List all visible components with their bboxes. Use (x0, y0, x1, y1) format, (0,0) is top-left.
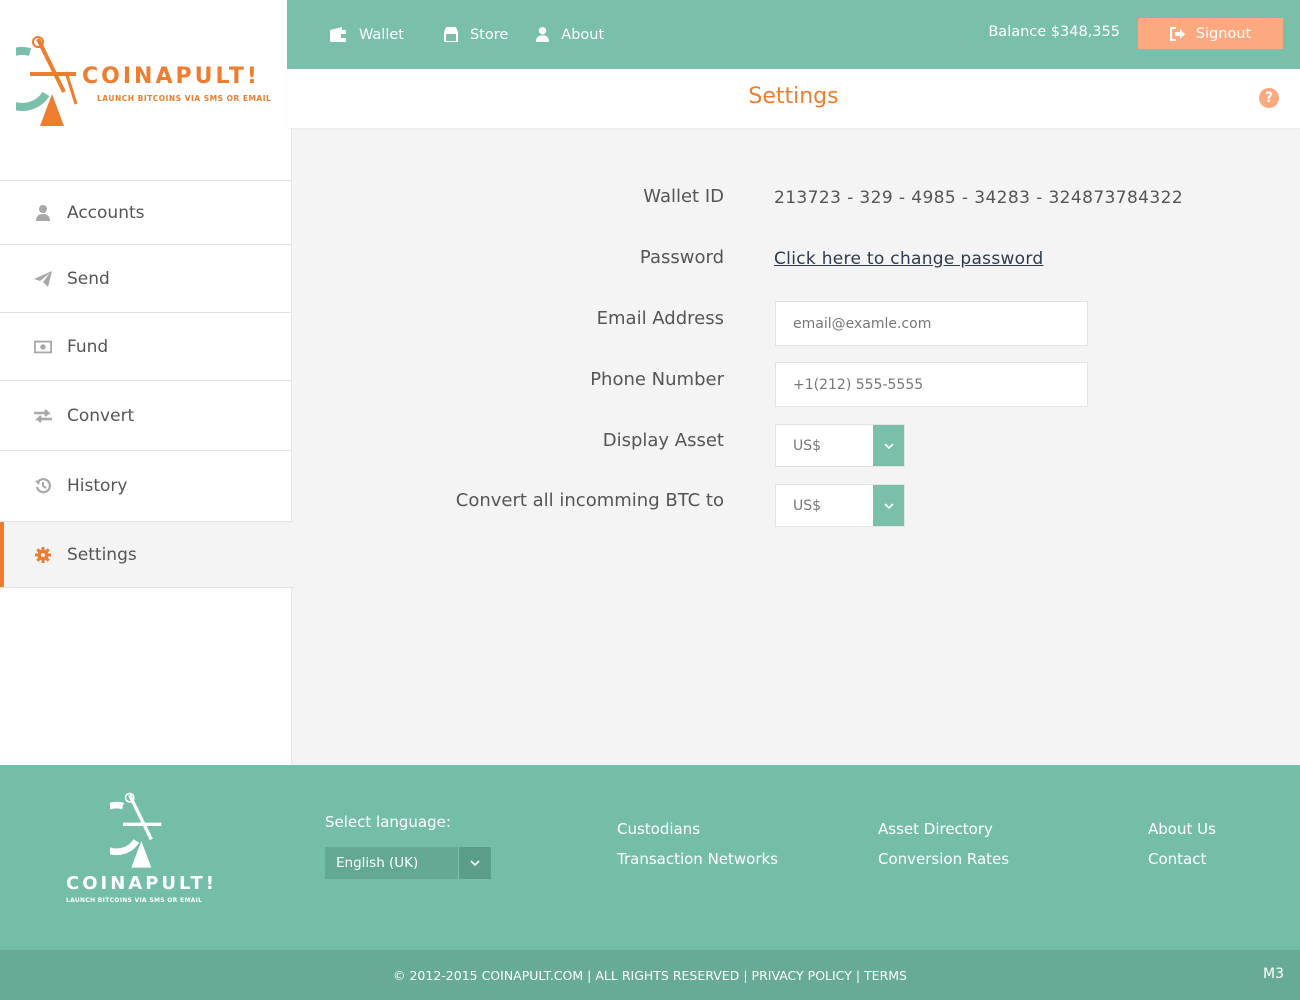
sign-out-icon (1169, 26, 1185, 41)
chevron-down-icon[interactable] (873, 425, 904, 466)
nav-wallet[interactable]: Wallet (329, 26, 404, 43)
sidebar-item-history[interactable]: History (0, 451, 292, 522)
bottom-bar: © 2012-2015 COINAPULT.COM | ALL RIGHTS RES… (0, 950, 1300, 1000)
phone-label: Phone Number (590, 369, 724, 390)
footer: COINAPULT! LAUNCH BITCOINS VIA SMS OR EM… (0, 765, 1300, 950)
footer-link-about-us[interactable]: About Us (1148, 820, 1216, 838)
version-label: M3 (1263, 966, 1284, 982)
sidebar-nav: Accounts Send Fund Convert History Setti… (0, 180, 294, 588)
sidebar-item-settings[interactable]: Settings (0, 522, 294, 588)
language-value: English (UK) (336, 855, 419, 871)
logo-title: COINAPULT! (82, 64, 260, 89)
copyright: © 2012-2015 COINAPULT.COM | ALL RIGHTS RES… (393, 968, 907, 983)
sidebar-item-label: Accounts (67, 202, 145, 223)
sidebar-item-label: Convert (67, 405, 135, 426)
convert-label: Convert all incomming BTC to (455, 490, 724, 511)
footer-link-transaction-networks[interactable]: Transaction Networks (617, 850, 778, 868)
balance-display: Balance $348,355 (988, 24, 1120, 40)
sidebar-item-fund[interactable]: Fund (0, 313, 292, 381)
user-icon (34, 204, 52, 222)
display-asset-select[interactable]: US$ (775, 424, 905, 467)
sidebar-item-label: Fund (67, 336, 109, 357)
wallet-icon (330, 26, 346, 42)
top-nav: Wallet Store About (329, 0, 632, 69)
sidebar: COINAPULT! LAUNCH BITCOINS VIA SMS OR EM… (0, 0, 294, 765)
footer-link-custodians[interactable]: Custodians (617, 820, 700, 838)
footer-logo[interactable]: COINAPULT! LAUNCH BITCOINS VIA SMS OR EM… (66, 791, 216, 906)
signout-label: Signout (1195, 25, 1252, 42)
password-label: Password (639, 247, 724, 268)
top-bar: Wallet Store About Balance $348,355 Sign… (287, 0, 1300, 69)
history-icon (34, 477, 52, 495)
nav-about[interactable]: About (536, 27, 604, 43)
rights-text: ALL RIGHTS RESERVED (595, 968, 740, 983)
email-label: Email Address (596, 308, 724, 329)
logo-tagline: LAUNCH BITCOINS VIA SMS OR EMAIL (97, 94, 272, 103)
copyright-text: © 2012-2015 COINAPULT.COM (393, 968, 584, 983)
change-password-link[interactable]: Click here to change password (774, 249, 1043, 269)
nav-store-label: Store (469, 26, 509, 43)
exchange-icon (34, 407, 52, 425)
language-label: Select language: (325, 813, 451, 831)
privacy-policy-link[interactable]: PRIVACY POLICY (752, 968, 852, 983)
nav-store[interactable]: Store (443, 26, 509, 43)
display-asset-value: US$ (793, 437, 822, 454)
sidebar-item-convert[interactable]: Convert (0, 381, 292, 451)
nav-about-label: About (561, 26, 605, 43)
signout-button[interactable]: Signout (1138, 18, 1283, 49)
page-title: Settings (748, 84, 839, 109)
sidebar-item-label: Send (67, 268, 110, 289)
paper-plane-icon (34, 270, 52, 288)
terms-link[interactable]: TERMS (864, 968, 907, 983)
money-icon (34, 338, 52, 356)
wallet-id-value: 213723 - 329 - 4985 - 34283 - 3248737843… (774, 188, 1184, 208)
gear-icon (34, 546, 52, 564)
display-asset-label: Display Asset (602, 430, 724, 451)
sidebar-item-send[interactable]: Send (0, 245, 292, 313)
catapult-logo-icon (110, 792, 162, 868)
sidebar-item-label: Settings (67, 544, 137, 565)
sidebar-item-label: History (67, 476, 128, 496)
help-icon[interactable]: ? (1259, 88, 1279, 108)
language-select[interactable]: English (UK) (325, 847, 491, 879)
email-field[interactable] (775, 301, 1088, 346)
nav-wallet-label: Wallet (359, 26, 404, 43)
footer-link-contact[interactable]: Contact (1148, 850, 1206, 868)
convert-select[interactable]: US$ (775, 484, 905, 527)
page-header: Settings ? (287, 69, 1300, 128)
convert-value: US$ (793, 497, 822, 514)
footer-logo-tagline: LAUNCH BITCOINS VIA SMS OR EMAIL (66, 897, 203, 904)
footer-link-conversion-rates[interactable]: Conversion Rates (878, 850, 1009, 868)
footer-link-asset-directory[interactable]: Asset Directory (878, 820, 993, 838)
wallet-id-label: Wallet ID (643, 186, 724, 207)
sidebar-item-accounts[interactable]: Accounts (0, 181, 292, 245)
coinapult-logo[interactable]: COINAPULT! LAUNCH BITCOINS VIA SMS OR EM… (16, 34, 276, 130)
catapult-logo-icon (16, 36, 78, 126)
store-icon (443, 27, 458, 42)
chevron-down-icon[interactable] (873, 485, 904, 526)
user-icon (536, 27, 550, 42)
chevron-down-icon[interactable] (458, 847, 491, 879)
footer-logo-title: COINAPULT! (66, 873, 217, 894)
phone-field[interactable] (775, 362, 1088, 407)
